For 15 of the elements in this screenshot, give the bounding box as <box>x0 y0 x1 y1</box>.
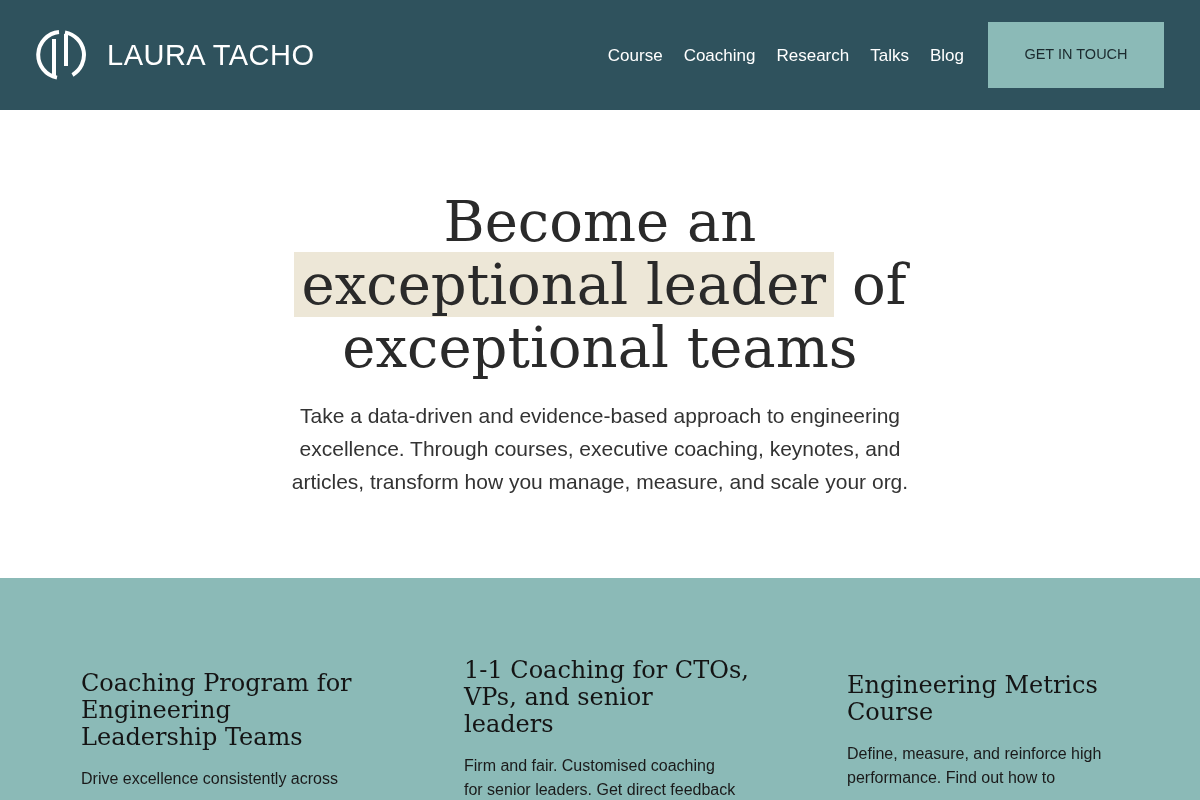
nav-link[interactable]: Coaching <box>683 46 756 64</box>
offering-description: Define, measure, and reinforce high performance. Find out how to <box>847 744 1103 788</box>
offering-description: Drive excellence consistently across <box>81 769 339 789</box>
logo-icon <box>36 30 86 80</box>
offering-title: Coaching Program for Engineering Leadership Teams <box>81 670 353 751</box>
offering-description: Firm and fair. Customised coaching for senior leaders. Get direct feedback <box>464 756 736 800</box>
nav-link[interactable]: Talks <box>870 46 909 64</box>
offering-title: Engineering Metrics Course <box>847 672 1099 726</box>
nav-link[interactable]: Blog <box>929 46 964 64</box>
nav-link[interactable]: Course <box>607 46 663 64</box>
nav-link[interactable]: Research <box>776 46 850 64</box>
hero-intro: Take a data-driven and evidence-based approach to engineering excellence. Through courses, executive coaching, keynotes, and articles, transform how you manage, measure, and scale your org. <box>290 403 910 495</box>
offering-title: 1-1 Coaching for CTOs, VPs, and senior leaders <box>464 657 749 738</box>
get-in-touch-button[interactable]: GET IN TOUCH <box>988 22 1164 88</box>
site-logo-text[interactable]: LAURA TACHO <box>107 40 315 70</box>
